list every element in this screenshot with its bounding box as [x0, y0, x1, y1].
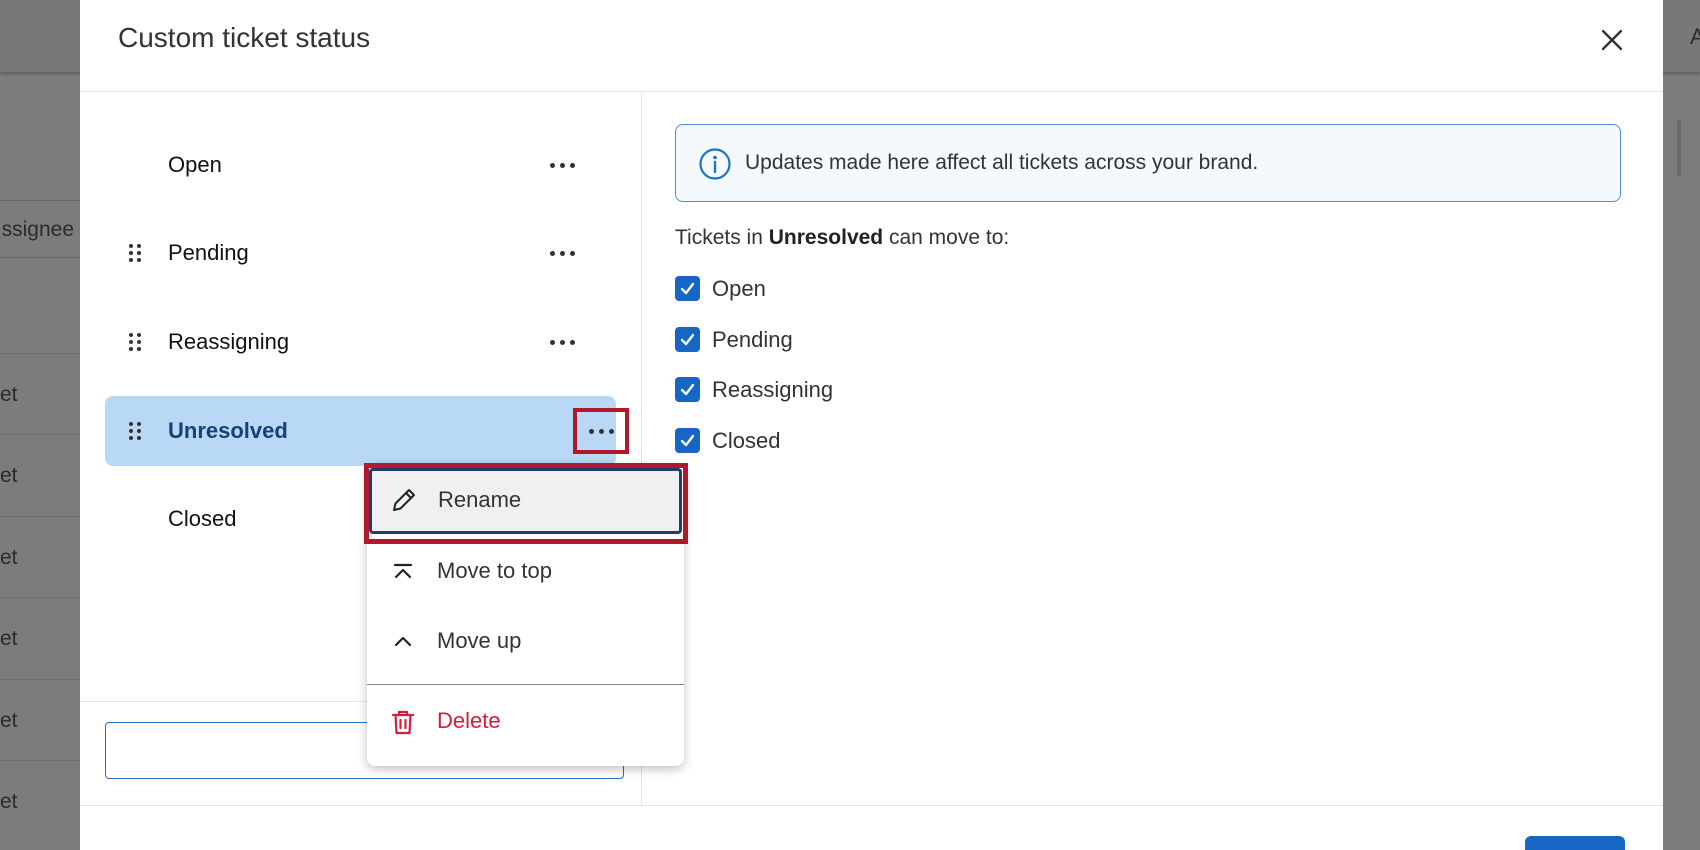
menu-item-move-up[interactable]: Move up [367, 608, 684, 674]
menu-item-delete[interactable]: Delete [367, 688, 684, 754]
checkbox-pending[interactable] [675, 327, 700, 352]
footer-divider [80, 805, 1663, 806]
close-icon [1601, 29, 1623, 51]
trash-icon [391, 710, 415, 735]
save-button[interactable] [1525, 836, 1625, 850]
info-icon [699, 148, 731, 180]
drag-handle-icon[interactable] [127, 331, 143, 353]
checkbox-label: Pending [712, 327, 793, 352]
checkbox-open[interactable] [675, 276, 700, 301]
status-label: Open [168, 152, 222, 177]
status-item-reassigning[interactable]: Reassigning [105, 307, 616, 377]
status-context-menu: Rename Move to top Move up Delete [367, 464, 684, 766]
drag-handle-icon[interactable] [127, 242, 143, 264]
status-item-unresolved[interactable]: Unresolved [105, 396, 629, 466]
background-top-right-text: A [1690, 24, 1700, 49]
dialog-title: Custom ticket status [118, 22, 371, 53]
background-row: et [0, 597, 80, 678]
more-options-button[interactable] [573, 408, 629, 454]
checkbox-label: Closed [712, 428, 781, 453]
background-row: et [0, 516, 80, 597]
drag-handle-icon[interactable] [127, 420, 143, 442]
status-label: Reassigning [168, 329, 290, 354]
status-label: Pending [168, 240, 249, 265]
menu-item-label: Delete [437, 708, 501, 733]
custom-ticket-status-dialog: Custom ticket status Open Pending Reassi… [80, 0, 1663, 850]
background-row: et [0, 760, 80, 841]
background-column-header: ssignee [0, 200, 80, 258]
checkbox-label: Open [712, 276, 766, 301]
move-to-top-icon [393, 563, 413, 579]
background-row: et [0, 679, 80, 760]
status-label: Closed [168, 506, 237, 531]
status-label: Unresolved [168, 418, 288, 443]
transitions-suffix: can move to: [888, 226, 1010, 249]
more-options-button[interactable] [546, 151, 578, 179]
checkmark-icon [680, 434, 695, 447]
checkmark-icon [680, 282, 695, 295]
checkbox-closed[interactable] [675, 428, 700, 453]
checkbox-reassigning[interactable] [675, 377, 700, 402]
transitions-prefix: Tickets in [675, 226, 763, 249]
close-button[interactable] [1598, 26, 1626, 54]
checkmark-icon [680, 383, 695, 396]
menu-item-label: Move to top [437, 558, 552, 583]
more-options-button[interactable] [546, 328, 578, 356]
menu-item-label: Move up [437, 628, 522, 653]
more-options-button[interactable] [546, 239, 578, 267]
pencil-icon [393, 489, 415, 511]
checkbox-label: Reassigning [712, 377, 834, 402]
menu-divider [367, 684, 684, 685]
background-row: et [0, 434, 80, 515]
info-banner: Updates made here affect all tickets acr… [675, 124, 1621, 202]
status-item-pending[interactable]: Pending [105, 218, 616, 288]
menu-item-label: Rename [438, 487, 522, 512]
status-item-open[interactable]: Open [105, 130, 616, 200]
chevron-up-icon [394, 636, 412, 647]
transitions-heading: Tickets in Unresolved can move to: [675, 226, 1009, 250]
menu-item-rename[interactable]: Rename [369, 468, 682, 534]
checkmark-icon [680, 333, 695, 346]
dialog-header: Custom ticket status [80, 0, 1663, 92]
info-text: Updates made here affect all tickets acr… [745, 151, 1259, 174]
transitions-status: Unresolved [768, 226, 884, 249]
menu-item-move-to-top[interactable]: Move to top [367, 538, 684, 604]
background-row: et [0, 353, 80, 434]
background-scrollbar [1677, 120, 1681, 176]
